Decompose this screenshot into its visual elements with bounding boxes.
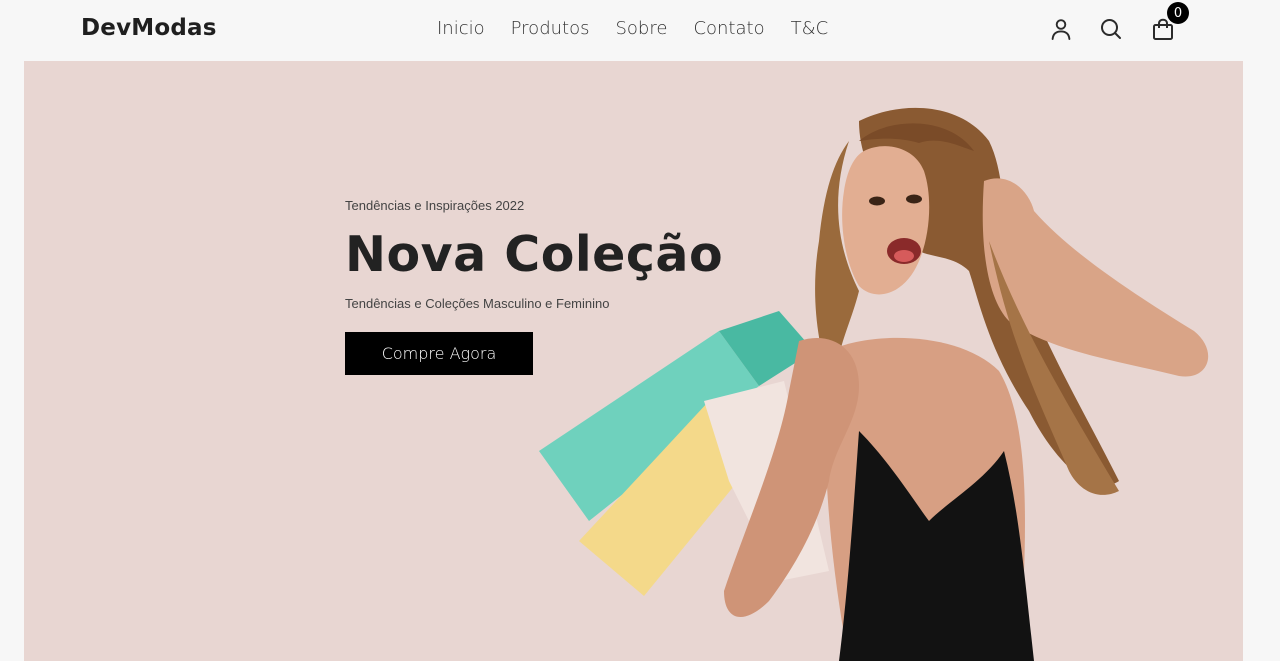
main-menu: Inicio Produtos Sobre Contato T&C (437, 18, 828, 39)
brand-logo[interactable]: DevModas (81, 15, 217, 41)
search-icon[interactable] (1099, 17, 1123, 41)
navbar: DevModas Inicio Produtos Sobre Contato T… (0, 0, 1280, 61)
menu-link-inicio[interactable]: Inicio (437, 18, 485, 39)
menu-item-terms: T&C (791, 18, 829, 39)
menu-item-produtos: Produtos (511, 18, 590, 39)
menu-item-sobre: Sobre (615, 18, 667, 39)
menu-item-contato: Contato (693, 18, 764, 39)
hero-banner: Tendências e Inspirações 2022 Nova Coleç… (24, 61, 1243, 661)
hero-image (539, 107, 1209, 661)
menu-link-terms[interactable]: T&C (791, 18, 829, 39)
menu-link-sobre[interactable]: Sobre (615, 18, 667, 39)
menu-item-inicio: Inicio (437, 18, 485, 39)
shop-now-button[interactable]: Compre Agora (345, 332, 533, 375)
face (842, 146, 930, 295)
menu-link-contato[interactable]: Contato (693, 18, 764, 39)
cart-count-badge: 0 (1167, 2, 1189, 24)
user-icon[interactable] (1049, 17, 1073, 41)
menu-link-produtos[interactable]: Produtos (511, 18, 590, 39)
